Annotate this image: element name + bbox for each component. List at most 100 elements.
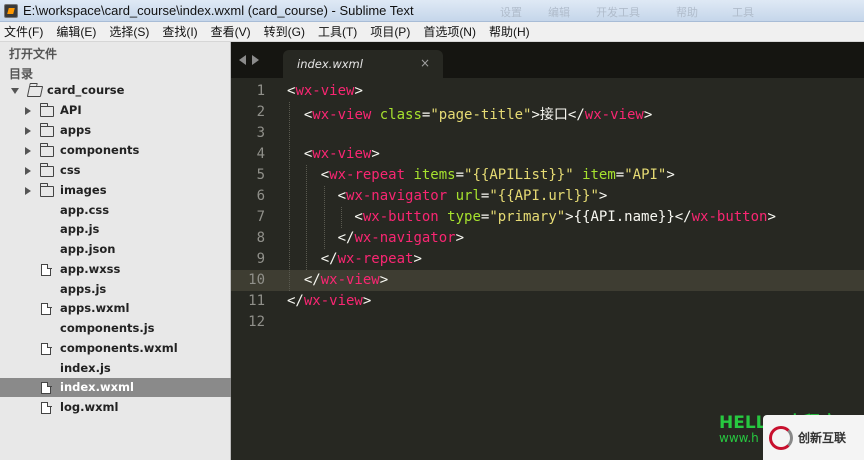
tree-label: components.wxml [60, 341, 178, 355]
tree-root-folder[interactable]: card_course [0, 81, 231, 100]
brand-text: 创新互联 [798, 431, 847, 445]
tree-label: card_course [47, 83, 125, 97]
file-icon [41, 401, 52, 414]
line-number: 1 [256, 83, 265, 99]
indent-guide [306, 165, 307, 270]
file-icon [41, 302, 52, 315]
menu-preferences[interactable]: 首选项(N) [423, 23, 476, 40]
tree-file-selected[interactable]: index.wxml [0, 378, 231, 397]
tree-label: API [60, 103, 82, 117]
tree-file[interactable]: app.wxss [0, 260, 231, 279]
file-icon [41, 381, 52, 394]
tab-prev-icon[interactable] [239, 55, 246, 65]
menu-goto[interactable]: 转到(G) [264, 23, 305, 40]
menu-find[interactable]: 查找(I) [162, 23, 197, 40]
tree-file[interactable]: apps.js [0, 280, 231, 299]
background-window-text: 设置 [500, 6, 522, 19]
expand-arrow-icon[interactable] [25, 167, 31, 175]
tree-file[interactable]: components.js [0, 319, 231, 338]
tab-bar: index.wxml × [231, 42, 864, 78]
menu-edit[interactable]: 编辑(E) [56, 23, 96, 40]
tree-label: index.js [60, 361, 111, 375]
watermark-url: www.h [719, 431, 759, 445]
tree-label: components [60, 143, 140, 157]
folder-icon [39, 123, 54, 137]
line-number: 12 [248, 314, 265, 330]
menu-selection[interactable]: 选择(S) [109, 23, 149, 40]
line-number: 4 [256, 146, 265, 162]
menu-tools[interactable]: 工具(T) [318, 23, 357, 40]
file-icon [41, 342, 52, 355]
folder-icon [39, 183, 54, 197]
line-number-gutter: 1 2 3 4 5 6 7 8 9 10 11 12 [231, 78, 275, 460]
tree-label: app.js [60, 222, 100, 236]
tree-label: apps.js [60, 282, 107, 296]
tree-label: app.css [60, 203, 110, 217]
open-files-header[interactable]: 打开文件 [9, 45, 57, 62]
code-line[interactable]: </wx-repeat> [287, 251, 422, 267]
window-title: E:\workspace\card_course\index.wxml (car… [23, 3, 414, 18]
code-line[interactable]: <wx-navigator url="{{API.url}}"> [287, 188, 608, 204]
tree-folder-components[interactable]: components [0, 141, 231, 160]
expand-arrow-icon[interactable] [25, 127, 31, 135]
sublime-app-icon [4, 3, 18, 18]
tree-label: components.js [60, 321, 155, 335]
menu-help[interactable]: 帮助(H) [489, 23, 530, 40]
tree-file[interactable]: apps.wxml [0, 299, 231, 318]
expand-arrow-icon[interactable] [25, 107, 31, 115]
menu-project[interactable]: 项目(P) [370, 23, 410, 40]
tree-folder-apps[interactable]: apps [0, 121, 231, 140]
tree-file[interactable]: index.js [0, 359, 231, 378]
tree-folder-api[interactable]: API [0, 101, 231, 120]
folder-icon [39, 163, 54, 177]
menu-file[interactable]: 文件(F) [4, 23, 43, 40]
tree-label: index.wxml [60, 380, 134, 394]
code-line[interactable]: <wx-button type="primary">{{API.name}}</… [287, 209, 775, 225]
tree-label: log.wxml [60, 400, 119, 414]
sidebar: 打开文件 目录 card_course API apps components … [0, 42, 231, 460]
brand-logo-icon [769, 425, 793, 450]
code-line[interactable]: <wx-view> [287, 146, 380, 162]
expand-arrow-icon[interactable] [25, 147, 31, 155]
line-number: 5 [256, 167, 265, 183]
code-line[interactable]: <wx-repeat items="{{APIList}}" item="API… [287, 167, 675, 183]
code-line[interactable]: </wx-navigator> [287, 230, 464, 246]
folders-header[interactable]: 目录 [9, 65, 33, 82]
code-editor[interactable]: 1 2 3 4 5 6 7 8 9 10 11 12 <wx-view> <wx-view class… [231, 78, 864, 460]
tree-label: apps.wxml [60, 301, 130, 315]
tab-next-icon[interactable] [252, 55, 259, 65]
background-window-text: 工具 [732, 6, 754, 19]
tree-file[interactable]: app.js [0, 220, 231, 239]
code-line[interactable]: </wx-view> [287, 272, 388, 288]
line-number: 11 [248, 293, 265, 309]
tree-file[interactable]: components.wxml [0, 339, 231, 358]
indent-guide [289, 102, 290, 291]
brand-watermark: 创新互联 [763, 415, 864, 460]
menu-view[interactable]: 查看(V) [211, 23, 251, 40]
code-line[interactable]: <wx-view class="page-title">接口</wx-view> [287, 104, 652, 124]
line-number: 2 [256, 104, 265, 120]
code-line[interactable]: </wx-view> [287, 293, 371, 309]
tree-label: app.json [60, 242, 116, 256]
code-line[interactable]: <wx-view> [287, 83, 363, 99]
indent-guide [324, 186, 325, 249]
expand-arrow-icon[interactable] [25, 187, 31, 195]
tree-file[interactable]: app.css [0, 201, 231, 220]
tree-folder-css[interactable]: css [0, 161, 231, 180]
indent-guide [341, 207, 342, 228]
tree-label: apps [60, 123, 92, 137]
tab-index-wxml[interactable]: index.wxml × [283, 50, 443, 78]
tree-label: css [60, 163, 81, 177]
tree-file[interactable]: log.wxml [0, 398, 231, 417]
tab-nav [239, 55, 259, 65]
menu-bar: 文件(F) 编辑(E) 选择(S) 查找(I) 查看(V) 转到(G) 工具(T… [0, 22, 864, 42]
line-number: 10 [248, 272, 265, 288]
window-titlebar: E:\workspace\card_course\index.wxml (car… [0, 0, 864, 22]
collapse-arrow-icon[interactable] [11, 88, 19, 94]
tree-file[interactable]: app.json [0, 240, 231, 259]
folder-icon [39, 103, 54, 117]
close-icon[interactable]: × [420, 56, 430, 70]
line-number: 9 [256, 251, 265, 267]
line-number: 7 [256, 209, 265, 225]
tree-folder-images[interactable]: images [0, 181, 231, 200]
